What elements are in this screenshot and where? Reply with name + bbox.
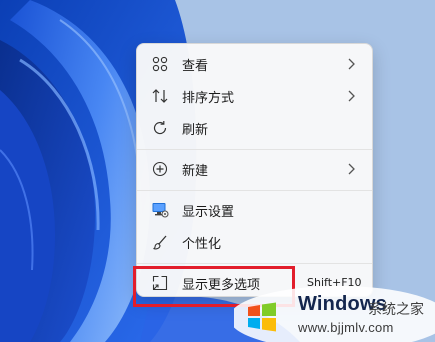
- menu-separator: [137, 149, 372, 150]
- watermark-site-name: 系统之家: [368, 302, 424, 318]
- menu-item-refresh[interactable]: 刷新: [142, 113, 368, 143]
- menu-item-label: 显示设置: [182, 204, 235, 220]
- watermark-url: www.bjjmlv.com: [298, 320, 394, 335]
- menu-item-view[interactable]: 查看: [142, 49, 368, 79]
- paintbrush-icon: [151, 233, 169, 251]
- windows-logo-icon: [248, 302, 276, 332]
- refresh-icon: [151, 119, 169, 137]
- menu-item-new[interactable]: 新建: [142, 154, 368, 184]
- chevron-right-icon: [348, 90, 355, 102]
- sort-arrows-icon: [151, 87, 169, 105]
- menu-item-label: 刷新: [182, 122, 209, 138]
- desktop: 查看 排序方式 刷新 新建 显示设置 个性化 显示更多选项 Shift+F10 …: [0, 0, 435, 342]
- context-menu: 查看 排序方式 刷新 新建 显示设置 个性化 显示更多选项: [136, 43, 373, 297]
- menu-separator: [137, 190, 372, 191]
- menu-item-label: 新建: [182, 163, 209, 179]
- menu-item-label: 个性化: [182, 236, 222, 252]
- menu-separator: [137, 263, 372, 264]
- chevron-right-icon: [348, 58, 355, 70]
- menu-item-display-settings[interactable]: 显示设置: [142, 195, 368, 225]
- menu-item-sort-by[interactable]: 排序方式: [142, 81, 368, 111]
- watermark: Windows 系统之家 www.bjjmlv.com: [234, 284, 435, 342]
- display-settings-icon: [151, 201, 169, 219]
- grid-view-icon: [151, 55, 169, 73]
- menu-item-label: 排序方式: [182, 90, 235, 106]
- menu-item-personalize[interactable]: 个性化: [142, 227, 368, 257]
- chevron-right-icon: [348, 163, 355, 175]
- menu-item-label: 查看: [182, 58, 209, 74]
- new-plus-circle-icon: [151, 160, 169, 178]
